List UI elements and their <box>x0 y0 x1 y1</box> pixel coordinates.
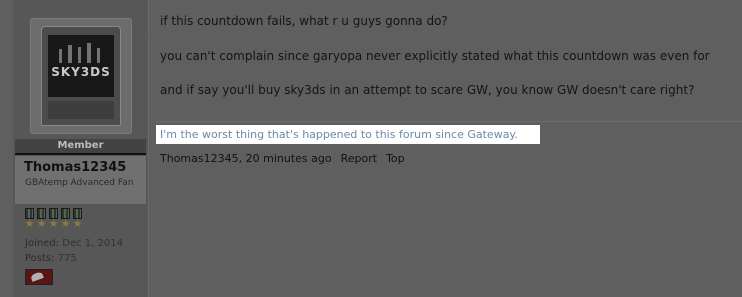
joined-value: Dec 1, 2014 <box>62 238 123 249</box>
user-signature: I'm the worst thing that's happened to t… <box>156 125 540 144</box>
joined-stat: Joined: Dec 1, 2014 <box>25 236 123 251</box>
username-link[interactable]: Thomas12345 <box>24 160 126 175</box>
meta-separator: , <box>238 152 246 165</box>
posts-stat: Posts: 775 <box>25 251 123 266</box>
signature-divider <box>156 121 742 122</box>
user-rank-badge: Member <box>15 139 146 155</box>
post-author-link[interactable]: Thomas12345 <box>160 152 239 165</box>
user-title: GBAtemp Advanced Fan <box>25 178 134 188</box>
medal-icon: ★ <box>48 208 59 230</box>
user-sidebar: SKY3DS Member Thomas12345 GBAtemp Advanc… <box>13 0 149 297</box>
medal-icon: ★ <box>36 208 47 230</box>
medal-icon: ★ <box>24 208 35 230</box>
avatar-cartridge-label <box>48 101 114 119</box>
posts-label: Posts: <box>25 253 55 264</box>
avatar-cartridge-image: SKY3DS <box>41 26 121 126</box>
avatar-logo-text: SKY3DS <box>51 65 111 79</box>
avatar-artwork: SKY3DS <box>48 35 114 97</box>
avatar[interactable]: SKY3DS <box>30 18 132 134</box>
user-info-box: Thomas12345 GBAtemp Advanced Fan <box>15 156 146 204</box>
medal-row: ★ ★ ★ ★ ★ <box>24 208 83 230</box>
post-line: if this countdown fails, what r u guys g… <box>160 14 448 28</box>
joined-label: Joined: <box>25 238 60 249</box>
post-line: and if say you'll buy sky3ds in an attem… <box>160 83 695 97</box>
post-time-link[interactable]: 20 minutes ago <box>246 152 332 165</box>
post-arrow-pointer <box>148 30 157 48</box>
top-link[interactable]: Top <box>386 152 405 165</box>
post-line: you can't complain since garyopa never e… <box>160 49 710 63</box>
medal-icon: ★ <box>72 208 83 230</box>
medal-icon: ★ <box>60 208 71 230</box>
avatar-figures-graphic <box>56 43 106 63</box>
user-flag-icon <box>25 269 53 285</box>
report-link[interactable]: Report <box>341 152 377 165</box>
post-author-time: Thomas12345, 20 minutes ago <box>160 152 332 165</box>
user-stats: Joined: Dec 1, 2014 Posts: 775 <box>25 236 123 266</box>
post-meta: Thomas12345, 20 minutes ago Report Top <box>160 152 405 165</box>
posts-value[interactable]: 775 <box>58 253 77 264</box>
